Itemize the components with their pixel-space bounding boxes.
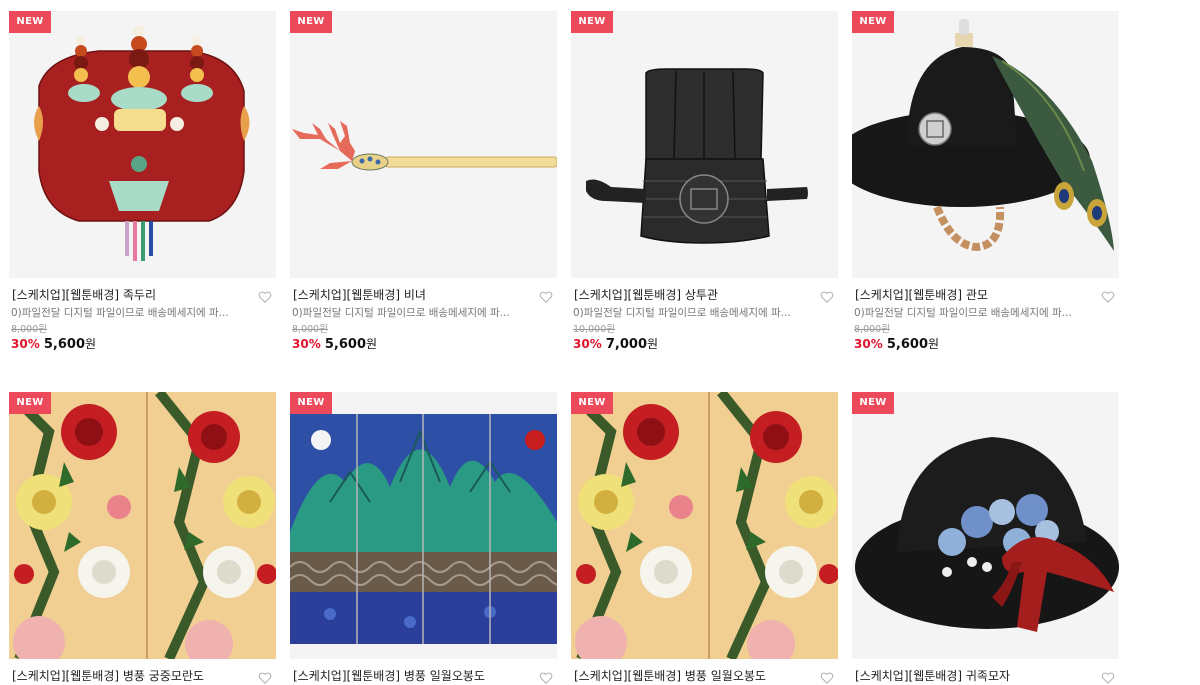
product-image[interactable]: NEW [290,392,557,659]
product-card[interactable]: NEW [스케치업][웹툰배경] 비녀 0)파일전달 디지털 파일이므로 배송메… [290,11,557,353]
original-price: 8,000원 [292,324,328,335]
product-description: 0)파일전달 디지털 파일이므로 배송메세지에 파... [11,307,229,319]
currency-label: 원 [85,337,97,351]
new-badge: NEW [9,392,51,414]
sale-price: 7,000 [605,337,647,352]
product-card[interactable]: NEW [스케치업][웹툰배경] 족두리 0)파일전달 디지털 파일이므로 배송… [9,11,276,353]
sangtugwan-image [571,11,838,278]
currency-label: 원 [647,337,659,351]
sale-price-line: 30% 5,600원 [290,336,557,353]
product-title[interactable]: [스케치업][웹툰배경] 족두리 [9,288,252,303]
product-card[interactable]: NEW [스케치업][웹툰배경] 관모 0)파일전달 디지털 파일이므로 배송메… [852,11,1119,353]
new-badge: NEW [852,392,894,414]
new-badge: NEW [571,11,613,33]
original-price: 8,000원 [11,324,47,335]
product-description: 0)파일전달 디지털 파일이므로 배송메세지에 파... [292,307,510,319]
heart-outline-icon[interactable] [539,671,553,685]
heart-outline-icon[interactable] [820,671,834,685]
sale-price: 5,600 [886,337,928,352]
product-card[interactable]: NEW [스케치업][웹툰배경] 병풍 일월오봉도 [571,392,838,684]
heart-outline-icon[interactable] [820,290,834,304]
product-card[interactable]: NEW [스케치업][웹툰배경] 상투관 0)파일전달 디지털 파일이므로 배송… [571,11,838,353]
new-badge: NEW [9,11,51,33]
sale-price: 5,600 [43,337,85,352]
product-card[interactable]: NEW [스케치업][웹툰배경] 병풍 일월오봉도 [290,392,557,684]
product-image[interactable]: NEW [852,392,1119,659]
discount-rate: 30% [573,337,602,351]
original-price: 8,000원 [854,324,890,335]
product-title[interactable]: [스케치업][웹툰배경] 비녀 [290,288,533,303]
product-title[interactable]: [스케치업][웹툰배경] 병풍 궁중모란도 [9,669,252,684]
heart-outline-icon[interactable] [1101,290,1115,304]
jokduri-image [9,11,276,278]
sale-price: 5,600 [324,337,366,352]
product-image[interactable]: NEW [852,11,1119,278]
heart-outline-icon[interactable] [258,290,272,304]
discount-rate: 30% [854,337,883,351]
discount-rate: 30% [292,337,321,351]
sun-moon-screen-image [290,392,557,659]
sale-price-line: 30% 7,000원 [571,336,838,353]
product-image[interactable]: NEW [290,11,557,278]
product-title[interactable]: [스케치업][웹툰배경] 병풍 일월오봉도 [571,669,814,684]
product-title[interactable]: [스케치업][웹툰배경] 관모 [852,288,1095,303]
heart-outline-icon[interactable] [539,290,553,304]
product-image[interactable]: NEW [9,11,276,278]
product-image[interactable]: NEW [571,392,838,659]
heart-outline-icon[interactable] [258,671,272,685]
new-badge: NEW [290,392,332,414]
product-description: 0)파일전달 디지털 파일이므로 배송메세지에 파... [854,307,1072,319]
currency-label: 원 [928,337,940,351]
product-title[interactable]: [스케치업][웹툰배경] 병풍 일월오봉도 [290,669,533,684]
peony-screen-image [571,392,838,659]
new-badge: NEW [571,392,613,414]
sale-price-line: 30% 5,600원 [852,336,1119,353]
binyeo-image [290,11,557,278]
currency-label: 원 [366,337,378,351]
peony-screen-image [9,392,276,659]
product-card[interactable]: NEW [스케치업][웹툰배경] 귀족모자 [852,392,1119,684]
new-badge: NEW [290,11,332,33]
product-card[interactable]: NEW [스케치업][웹툰배경] 병풍 궁중모란도 [9,392,276,684]
product-title[interactable]: [스케치업][웹툰배경] 귀족모자 [852,669,1095,684]
product-description: 0)파일전달 디지털 파일이므로 배송메세지에 파... [573,307,791,319]
new-badge: NEW [852,11,894,33]
noble-hat-image [852,392,1119,659]
gwanmo-image [852,11,1119,278]
original-price: 10,000원 [573,324,615,335]
heart-outline-icon[interactable] [1101,671,1115,685]
product-image[interactable]: NEW [9,392,276,659]
discount-rate: 30% [11,337,40,351]
product-image[interactable]: NEW [571,11,838,278]
product-title[interactable]: [스케치업][웹툰배경] 상투관 [571,288,814,303]
sale-price-line: 30% 5,600원 [9,336,276,353]
